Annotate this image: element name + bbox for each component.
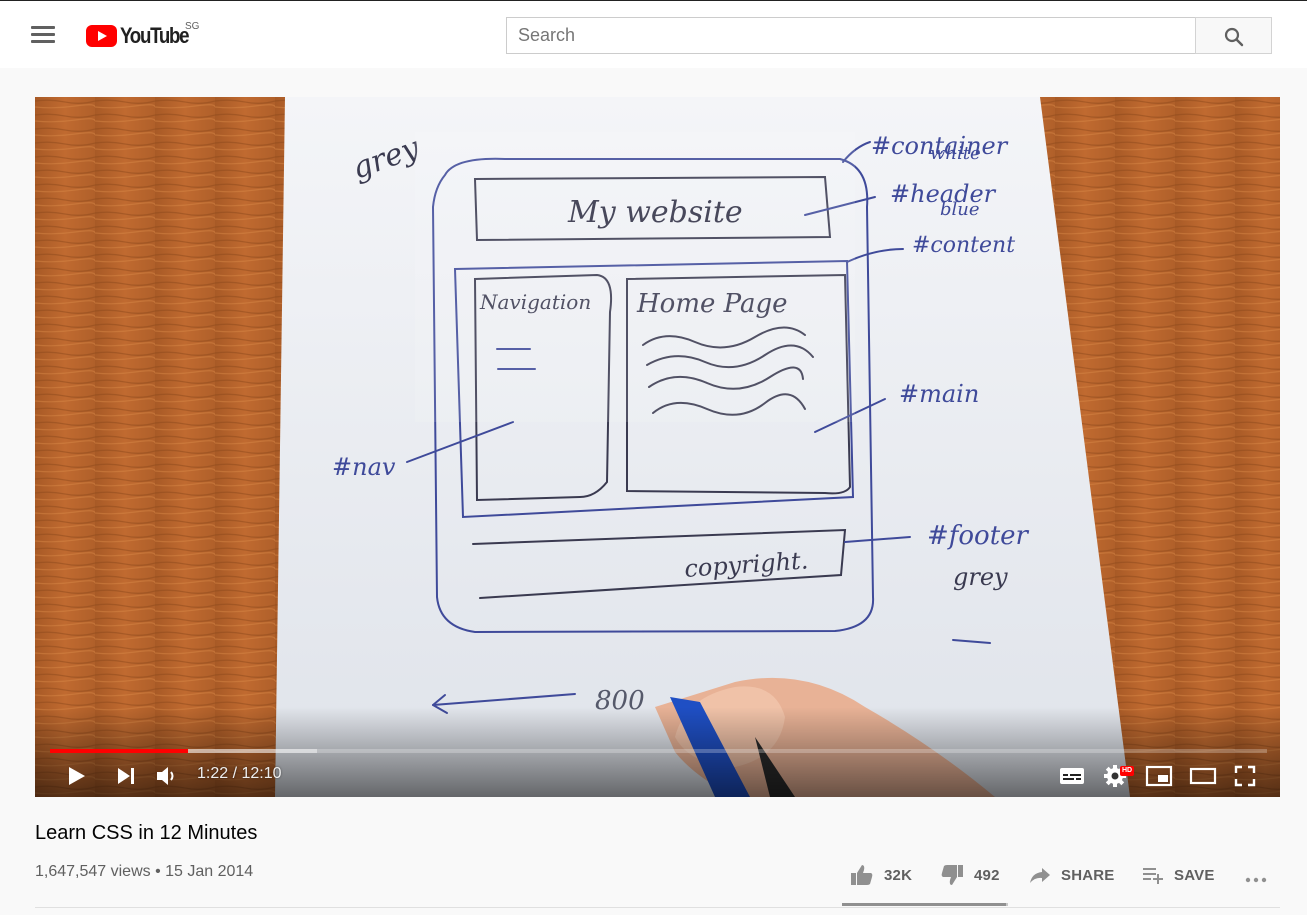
actions-row: 32K 492 SHARE SAVE: [0, 860, 1307, 890]
svg-text:#content: #content: [912, 233, 1015, 258]
share-icon: [1030, 868, 1050, 883]
save-label: SAVE: [1174, 866, 1215, 884]
save-button[interactable]: SAVE: [1142, 860, 1215, 890]
sentiment-like-portion: [842, 903, 1006, 906]
progress-bar[interactable]: [50, 749, 1267, 753]
miniplayer-icon[interactable]: [1145, 764, 1173, 788]
thumbs-down-icon: [941, 865, 963, 885]
theater-mode-icon[interactable]: [1189, 764, 1217, 788]
share-button[interactable]: SHARE: [1029, 860, 1115, 890]
country-code: SG: [185, 21, 200, 32]
svg-text:blue: blue: [940, 199, 980, 220]
dislike-count: 492: [974, 866, 1000, 884]
fullscreen-icon[interactable]: [1233, 764, 1257, 788]
masthead: YouTube SG: [0, 0, 1307, 68]
search-button[interactable]: [1195, 17, 1272, 54]
svg-text:white: white: [930, 143, 981, 164]
playlist-add-icon: [1143, 868, 1163, 884]
svg-text:#nav: #nav: [332, 453, 396, 481]
svg-text:#main: #main: [899, 380, 979, 408]
search-icon: [1224, 27, 1244, 47]
sentiment-bar: [842, 903, 1008, 906]
volume-icon[interactable]: [155, 765, 179, 787]
menu-icon[interactable]: [31, 26, 55, 44]
next-icon[interactable]: [115, 765, 137, 787]
time-display: 1:22 / 12:10: [197, 765, 282, 782]
youtube-logo-icon: [86, 25, 117, 47]
svg-text:grey: grey: [953, 563, 1008, 591]
like-button[interactable]: 32K: [850, 860, 912, 890]
progress-played: [50, 749, 188, 753]
thumbs-up-icon: [851, 865, 873, 885]
video-player[interactable]: grey My website Navigation Home Page cop…: [35, 97, 1280, 797]
youtube-logo[interactable]: YouTube SG: [86, 21, 200, 49]
like-count: 32K: [884, 866, 913, 884]
hd-badge: HD: [1120, 766, 1135, 776]
dislike-button[interactable]: 492: [940, 860, 1000, 890]
more-icon: [1245, 877, 1267, 883]
subtitles-icon[interactable]: [1059, 765, 1085, 787]
video-title: Learn CSS in 12 Minutes: [35, 822, 258, 844]
share-label: SHARE: [1061, 866, 1115, 884]
video-frame[interactable]: grey My website Navigation Home Page cop…: [35, 97, 1280, 797]
svg-text:#footer: #footer: [927, 521, 1030, 551]
divider: [35, 907, 1280, 908]
logo-wordmark: YouTube: [120, 23, 190, 48]
search-input[interactable]: [506, 17, 1196, 54]
play-icon[interactable]: [65, 764, 89, 788]
more-actions-button[interactable]: [1244, 860, 1268, 890]
